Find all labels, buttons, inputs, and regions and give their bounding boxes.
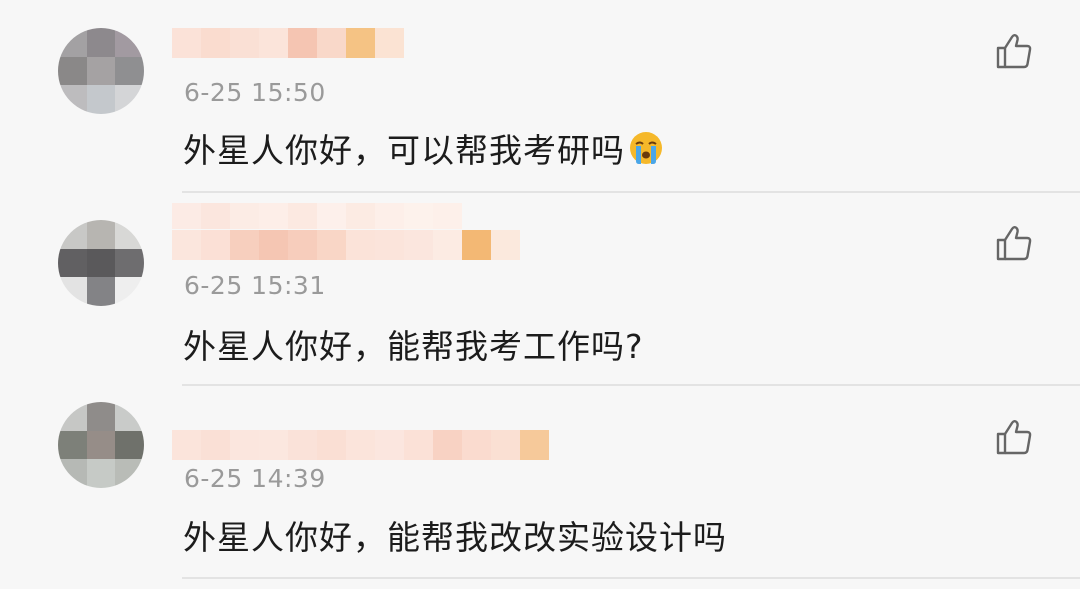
avatar[interactable]	[58, 402, 144, 488]
divider	[182, 577, 1080, 579]
crying-face-icon	[630, 132, 662, 164]
username-blurred-top	[172, 203, 462, 229]
thumbs-up-icon[interactable]	[994, 223, 1034, 263]
thumbs-up-icon[interactable]	[994, 31, 1034, 71]
comment-text-row: 外星人你好，能帮我改改实验设计吗	[183, 511, 727, 559]
comment-text: 外星人你好，能帮我考工作吗?	[183, 327, 644, 366]
username-blurred[interactable]	[172, 430, 549, 460]
avatar[interactable]	[58, 28, 144, 114]
comment-item: 6-25 15:31 外星人你好，能帮我考工作吗?	[0, 193, 1080, 386]
comment-timestamp: 6-25 15:31	[184, 271, 326, 300]
thumbs-up-icon[interactable]	[994, 417, 1034, 457]
username-blurred[interactable]	[172, 230, 520, 260]
comment-text: 外星人你好，能帮我改改实验设计吗	[183, 518, 727, 557]
comment-timestamp: 6-25 14:39	[184, 464, 326, 493]
comment-text-row: 外星人你好，能帮我考工作吗?	[183, 320, 644, 368]
username-blurred[interactable]	[172, 28, 404, 58]
comment-list: 6-25 15:50 外星人你好，可以帮我考研吗 6-25 15:31 外星人你…	[0, 0, 1080, 589]
comment-item: 6-25 15:50 外星人你好，可以帮我考研吗	[0, 0, 1080, 193]
comment-timestamp: 6-25 15:50	[184, 78, 326, 107]
comment-item: 6-25 14:39 外星人你好，能帮我改改实验设计吗	[0, 386, 1080, 579]
avatar[interactable]	[58, 220, 144, 306]
comment-text: 外星人你好，可以帮我考研吗	[183, 131, 625, 170]
comment-text-row: 外星人你好，可以帮我考研吗	[183, 124, 663, 172]
